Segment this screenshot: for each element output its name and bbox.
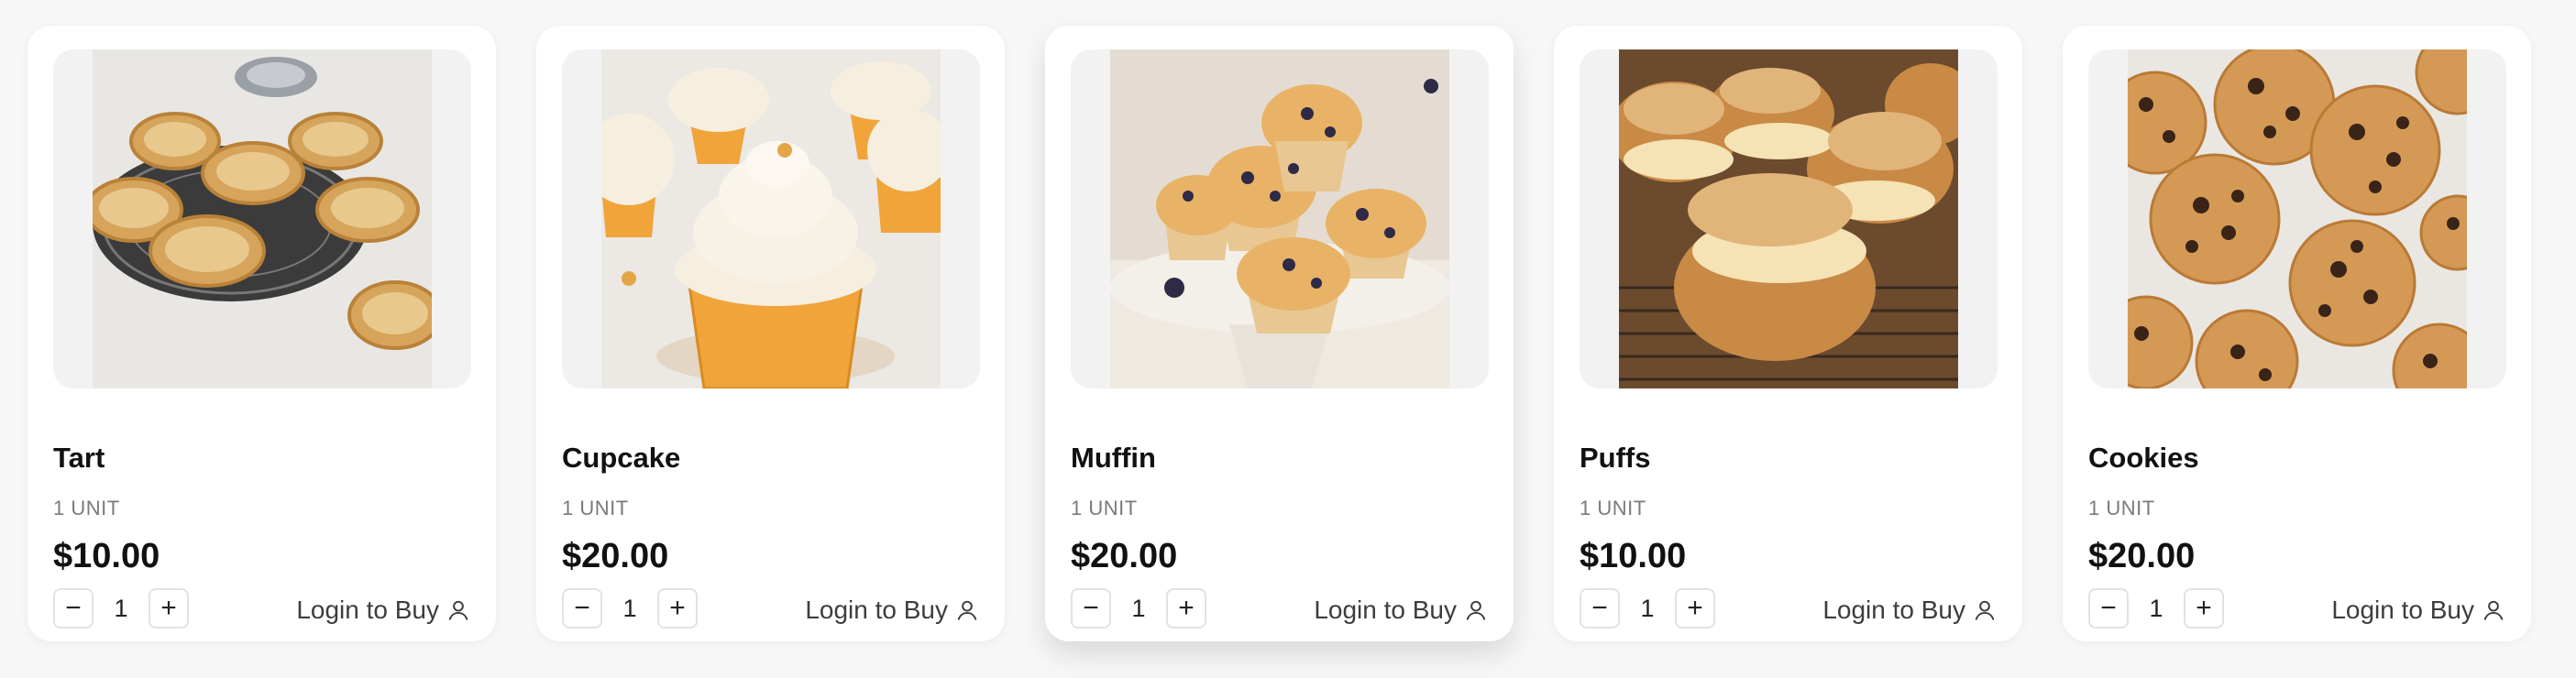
increase-quantity-button[interactable]: +	[1675, 588, 1715, 629]
quantity-value[interactable]: 1	[94, 595, 149, 623]
product-name[interactable]: Cupcake	[562, 442, 680, 475]
quantity-value[interactable]: 1	[1111, 595, 1166, 623]
decrease-quantity-button[interactable]: −	[1580, 588, 1620, 629]
quantity-stepper: − 1 +	[1071, 588, 1206, 629]
quantity-stepper: − 1 +	[53, 588, 189, 629]
product-unit: 1 UNIT	[562, 497, 629, 519]
quantity-stepper: − 1 +	[562, 588, 698, 629]
login-to-buy-button[interactable]: Login to Buy	[1314, 596, 1488, 625]
cookies-image-icon	[2128, 49, 2467, 388]
login-to-buy-button[interactable]: Login to Buy	[805, 596, 979, 625]
product-card-tart[interactable]: Tart 1 UNIT $10.00 − 1 + Login to Buy	[28, 26, 496, 641]
quantity-value[interactable]: 1	[2129, 595, 2184, 623]
quantity-value[interactable]: 1	[602, 595, 657, 623]
product-name[interactable]: Cookies	[2088, 442, 2199, 475]
decrease-quantity-button[interactable]: −	[562, 588, 602, 629]
product-unit: 1 UNIT	[53, 497, 120, 519]
product-unit: 1 UNIT	[2088, 497, 2155, 519]
login-to-buy-label: Login to Buy	[296, 596, 439, 624]
product-name[interactable]: Puffs	[1580, 442, 1651, 475]
login-to-buy-button[interactable]: Login to Buy	[2331, 596, 2505, 625]
login-to-buy-button[interactable]: Login to Buy	[1822, 596, 1997, 625]
muffin-image-icon	[1110, 49, 1449, 388]
increase-quantity-button[interactable]: +	[2184, 588, 2224, 629]
quantity-stepper: − 1 +	[1580, 588, 1715, 629]
decrease-quantity-button[interactable]: −	[1071, 588, 1111, 629]
puffs-image-icon	[1619, 49, 1958, 388]
product-image-muffin[interactable]	[1071, 49, 1489, 388]
increase-quantity-button[interactable]: +	[1166, 588, 1206, 629]
product-grid: Tart 1 UNIT $10.00 − 1 + Login to Buy Cu…	[28, 26, 2531, 641]
product-price: $20.00	[2088, 537, 2196, 575]
product-name[interactable]: Tart	[53, 442, 105, 475]
quantity-stepper: − 1 +	[2088, 588, 2224, 629]
product-price: $10.00	[1580, 537, 1687, 575]
increase-quantity-button[interactable]: +	[149, 588, 189, 629]
product-image-tart[interactable]	[53, 49, 471, 388]
login-to-buy-label: Login to Buy	[1822, 596, 1965, 624]
product-card-cupcake[interactable]: Cupcake 1 UNIT $20.00 − 1 + Login to Buy	[536, 26, 1005, 641]
login-to-buy-label: Login to Buy	[2331, 596, 2474, 624]
product-card-cookies[interactable]: Cookies 1 UNIT $20.00 − 1 + Login to Buy	[2063, 26, 2531, 641]
quantity-value[interactable]: 1	[1620, 595, 1675, 623]
product-unit: 1 UNIT	[1580, 497, 1646, 519]
login-to-buy-button[interactable]: Login to Buy	[296, 596, 470, 625]
login-to-buy-label: Login to Buy	[805, 596, 948, 624]
user-icon	[448, 600, 468, 620]
increase-quantity-button[interactable]: +	[657, 588, 698, 629]
product-card-muffin[interactable]: Muffin 1 UNIT $20.00 − 1 + Login to Buy	[1045, 26, 1514, 641]
user-icon	[1466, 600, 1486, 620]
product-image-cookies[interactable]	[2088, 49, 2506, 388]
product-card-puffs[interactable]: Puffs 1 UNIT $10.00 − 1 + Login to Buy	[1554, 26, 2022, 641]
user-icon	[1975, 600, 1995, 620]
product-image-cupcake[interactable]	[562, 49, 980, 388]
decrease-quantity-button[interactable]: −	[53, 588, 94, 629]
product-unit: 1 UNIT	[1071, 497, 1138, 519]
product-price: $20.00	[1071, 537, 1178, 575]
cupcake-image-icon	[601, 49, 941, 388]
product-price: $10.00	[53, 537, 160, 575]
tart-image-icon	[93, 49, 432, 388]
product-name[interactable]: Muffin	[1071, 442, 1156, 475]
product-price: $20.00	[562, 537, 669, 575]
user-icon	[2483, 600, 2504, 620]
user-icon	[957, 600, 977, 620]
product-image-puffs[interactable]	[1580, 49, 1998, 388]
decrease-quantity-button[interactable]: −	[2088, 588, 2129, 629]
login-to-buy-label: Login to Buy	[1314, 596, 1457, 624]
